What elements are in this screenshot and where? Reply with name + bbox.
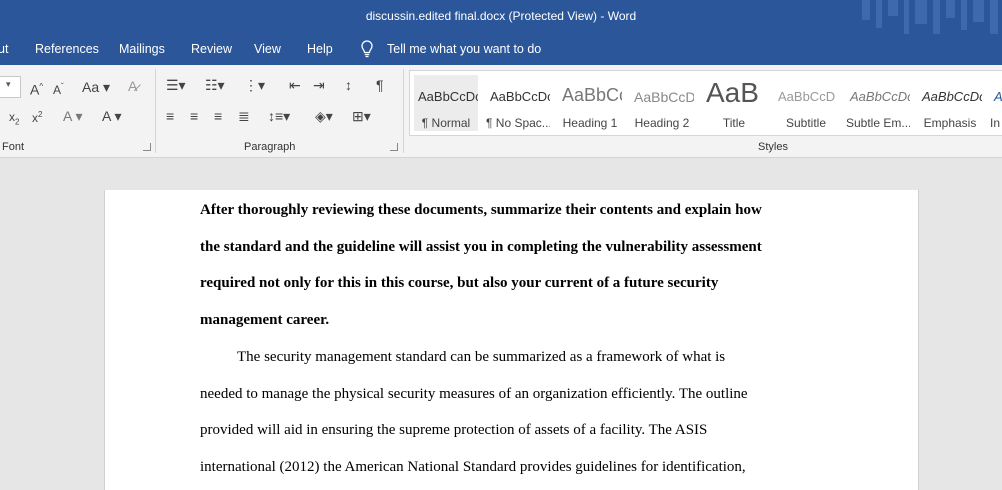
body-line: provided will aid in ensuring the suprem… <box>200 422 708 438</box>
tab-help[interactable]: Help <box>307 42 333 56</box>
multilevel-list-icon[interactable]: ⋮▾ <box>244 77 265 93</box>
style-preview: AaBbCc <box>562 85 622 105</box>
ribbon-tabs: ut References Mailings Review View Help … <box>0 34 1002 65</box>
style-emphasis[interactable]: AaBbCcDc Emphasis <box>918 75 982 131</box>
style-preview: AaB <box>706 77 759 108</box>
sort-icon[interactable]: ↕ <box>345 77 352 93</box>
text-effects-icon[interactable]: A ▾ <box>63 108 82 124</box>
tell-me-search[interactable]: Tell me what you want to do <box>387 42 541 56</box>
shrink-font-icon[interactable]: Aˇ <box>53 79 64 98</box>
font-group-label: Font <box>2 141 25 153</box>
style-name: Title <box>722 116 746 130</box>
decrease-indent-icon[interactable]: ⇤ <box>289 77 301 93</box>
change-case-icon[interactable]: Aa ▾ <box>82 79 110 95</box>
align-left-icon[interactable]: ≡ <box>166 108 174 124</box>
style-preview: AaBbCcDc <box>850 89 910 104</box>
window-title: discussin.edited final.docx (Protected V… <box>365 9 637 23</box>
clear-formatting-icon[interactable]: A̷ <box>128 78 137 94</box>
style-name: Subtitle <box>785 116 827 130</box>
font-size-dropdown[interactable]: ▾ <box>0 76 21 98</box>
style-preview: AaBbCcDc <box>490 89 550 104</box>
style-normal[interactable]: AaBbCcDc ¶ Normal <box>414 75 478 131</box>
style-title[interactable]: AaB Title <box>702 75 766 131</box>
grow-font-icon[interactable]: A^ <box>30 79 43 98</box>
question-line: management career. <box>200 312 330 328</box>
font-color-icon[interactable]: A ▾ <box>102 108 121 124</box>
style-subtitle[interactable]: AaBbCcD Subtitle <box>774 75 838 131</box>
style-name: Subtle Em... <box>846 116 910 130</box>
bullets-icon[interactable]: ☰▾ <box>166 77 186 93</box>
borders-icon[interactable]: ⊞▾ <box>352 108 371 124</box>
document-page[interactable]: After thoroughly reviewing these documen… <box>104 190 919 490</box>
styles-gallery: AaBbCcDc ¶ Normal AaBbCcDc ¶ No Spac... … <box>409 70 1002 136</box>
style-preview: AaBbCcD <box>778 89 836 104</box>
show-formatting-icon[interactable]: ¶ <box>376 77 384 93</box>
justify-icon[interactable]: ≣ <box>238 108 250 124</box>
style-heading-2[interactable]: AaBbCcD Heading 2 <box>630 75 694 131</box>
style-name: Emphasis <box>923 116 977 130</box>
style-preview: AaBbCcDc <box>922 89 982 104</box>
chevron-down-icon: ▾ <box>6 79 11 89</box>
style-subtle-emphasis[interactable]: AaBbCcDc Subtle Em... <box>846 75 910 131</box>
tab-review[interactable]: Review <box>191 42 232 56</box>
paragraph-group-label: Paragraph <box>244 141 296 153</box>
tab-layout[interactable]: ut <box>0 42 8 56</box>
style-name: ¶ Normal <box>421 116 471 130</box>
body-line: international (2012) the American Nation… <box>200 459 746 475</box>
superscript-icon[interactable]: x2 <box>32 107 42 126</box>
align-right-icon[interactable]: ≡ <box>214 108 222 124</box>
ribbon: ▾ A^ Aˇ Aa ▾ A̷ x2 x2 A ▾ A ▾ Font ☰▾ ☷▾… <box>0 65 1002 158</box>
lightbulb-icon[interactable] <box>360 40 374 58</box>
style-name: In <box>990 116 1001 130</box>
document-area: After thoroughly reviewing these documen… <box>0 158 1002 490</box>
style-preview: AaBbCcD <box>634 89 694 105</box>
align-center-icon[interactable]: ≡ <box>190 108 198 124</box>
font-dialog-launcher[interactable] <box>143 143 151 151</box>
line-spacing-icon[interactable]: ↕≡▾ <box>268 108 290 124</box>
group-separator <box>155 69 156 153</box>
style-intense-emphasis[interactable]: A In <box>990 75 1002 131</box>
paragraph-dialog-launcher[interactable] <box>390 143 398 151</box>
style-no-spacing[interactable]: AaBbCcDc ¶ No Spac... <box>486 75 550 131</box>
numbering-icon[interactable]: ☷▾ <box>205 77 225 93</box>
tab-mailings[interactable]: Mailings <box>119 42 165 56</box>
styles-group-label: Styles <box>758 141 788 153</box>
style-preview: AaBbCcDc <box>418 89 478 104</box>
style-name: Heading 1 <box>562 116 618 130</box>
question-line: required not only for this in this cours… <box>200 275 719 291</box>
body-line: The security management standard can be … <box>237 349 726 365</box>
question-line: the standard and the guideline will assi… <box>200 239 762 255</box>
style-preview: A <box>994 89 1002 104</box>
subscript-icon[interactable]: x2 <box>9 109 19 130</box>
title-bar: discussin.edited final.docx (Protected V… <box>0 0 1002 34</box>
increase-indent-icon[interactable]: ⇥ <box>313 77 325 93</box>
style-heading-1[interactable]: AaBbCc Heading 1 <box>558 75 622 131</box>
tab-view[interactable]: View <box>254 42 281 56</box>
style-name: ¶ No Spac... <box>486 116 550 130</box>
group-separator <box>403 69 404 153</box>
shading-icon[interactable]: ◈▾ <box>315 108 333 124</box>
body-line: needed to manage the physical security m… <box>200 386 748 402</box>
question-line: After thoroughly reviewing these documen… <box>200 202 762 218</box>
tab-references[interactable]: References <box>35 42 99 56</box>
style-name: Heading 2 <box>634 116 690 130</box>
